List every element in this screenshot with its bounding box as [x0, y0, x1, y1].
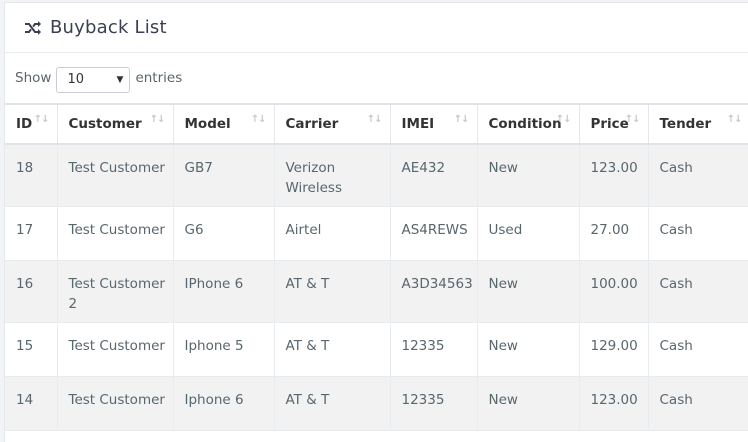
cell-model: G6: [173, 206, 275, 261]
cell-id: 18: [5, 144, 58, 207]
show-label: Show: [15, 70, 52, 86]
cell-imei: AS4REWS: [390, 206, 478, 261]
cell-model: IPhone 6: [173, 260, 275, 323]
column-header-price[interactable]: Price ↑↓: [579, 103, 649, 145]
cell-carrier: AT & T: [274, 260, 391, 323]
buyback-card: Buyback List Show 10 ▼ entries ID ↑↓ Cust…: [4, 2, 748, 442]
cell-condition: Used: [477, 206, 580, 261]
cell-condition: New: [477, 144, 580, 207]
sort-icon: ↑↓: [726, 114, 743, 125]
cell-model: Iphone 6: [173, 376, 275, 431]
cell-imei: 12335: [390, 322, 478, 377]
column-header-customer[interactable]: Customer ↑↓: [57, 103, 174, 145]
table-row[interactable]: 16 Test Customer 2 IPhone 6 AT & T A3D34…: [5, 260, 748, 323]
table-row[interactable]: 17 Test Customer G6 Airtel AS4REWS Used …: [5, 206, 748, 261]
sort-icon: ↑↓: [33, 114, 50, 125]
cell-id: 14: [5, 376, 58, 431]
entries-select[interactable]: 10 ▼: [56, 66, 131, 93]
sort-icon: ↑↓: [366, 114, 383, 125]
cell-imei: 12335: [390, 376, 478, 431]
column-header-imei[interactable]: IMEI ↑↓: [390, 103, 478, 145]
cell-carrier: AT & T: [274, 376, 391, 431]
cell-imei: AE432: [390, 144, 478, 207]
cell-imei: A3D34563: [390, 260, 478, 323]
column-header-id[interactable]: ID ↑↓: [5, 103, 58, 145]
cell-price: 27.00: [579, 206, 649, 261]
card-header: Buyback List: [5, 3, 748, 53]
cell-condition: New: [477, 322, 580, 377]
column-header-carrier[interactable]: Carrier ↑↓: [274, 103, 391, 145]
cell-model: GB7: [173, 144, 275, 207]
chevron-down-icon: ▼: [116, 74, 124, 85]
cell-customer: Test Customer 2: [57, 260, 174, 323]
cell-tender: Cash: [648, 206, 748, 261]
column-header-condition[interactable]: Condition ↑↓: [477, 103, 580, 145]
table-header-row: ID ↑↓ Customer ↑↓ Model ↑↓ Carrier ↑↓ IMEI ↑↓…: [5, 103, 748, 145]
cell-carrier: Verizon Wireless: [274, 144, 391, 207]
cell-id: 17: [5, 206, 58, 261]
cell-condition: New: [477, 376, 580, 431]
page-title: Buyback List: [50, 17, 167, 38]
buyback-table: ID ↑↓ Customer ↑↓ Model ↑↓ Carrier ↑↓ IMEI ↑↓…: [5, 103, 748, 431]
sort-icon: ↑↓: [149, 114, 166, 125]
shuffle-icon: [23, 18, 43, 38]
entries-select-value: 10: [67, 72, 84, 87]
table-row[interactable]: 15 Test Customer Iphone 5 AT & T 12335 N…: [5, 322, 748, 377]
cell-tender: Cash: [648, 376, 748, 431]
cell-customer: Test Customer: [57, 206, 174, 261]
sort-icon: ↑↓: [453, 114, 470, 125]
cell-id: 16: [5, 260, 58, 323]
entries-label: entries: [135, 70, 183, 86]
cell-price: 129.00: [579, 322, 649, 377]
cell-tender: Cash: [648, 260, 748, 323]
column-header-tender[interactable]: Tender ↑↓: [648, 103, 748, 145]
cell-customer: Test Customer: [57, 376, 174, 431]
cell-tender: Cash: [648, 322, 748, 377]
sort-icon: ↑↓: [250, 114, 267, 125]
cell-model: Iphone 5: [173, 322, 275, 377]
table-row[interactable]: 14 Test Customer Iphone 6 AT & T 12335 N…: [5, 376, 748, 431]
cell-price: 100.00: [579, 260, 649, 323]
column-header-model[interactable]: Model ↑↓: [173, 103, 275, 145]
sort-icon: ↑↓: [555, 114, 572, 125]
cell-condition: New: [477, 260, 580, 323]
cell-customer: Test Customer: [57, 322, 174, 377]
cell-customer: Test Customer: [57, 144, 174, 207]
cell-carrier: Airtel: [274, 206, 391, 261]
cell-price: 123.00: [579, 376, 649, 431]
sort-icon: ↑↓: [624, 114, 641, 125]
cell-price: 123.00: [579, 144, 649, 207]
table-row[interactable]: 18 Test Customer GB7 Verizon Wireless AE…: [5, 144, 748, 207]
cell-id: 15: [5, 322, 58, 377]
cell-carrier: AT & T: [274, 322, 391, 377]
cell-tender: Cash: [648, 144, 748, 207]
entries-length-control: Show 10 ▼ entries: [5, 53, 748, 103]
